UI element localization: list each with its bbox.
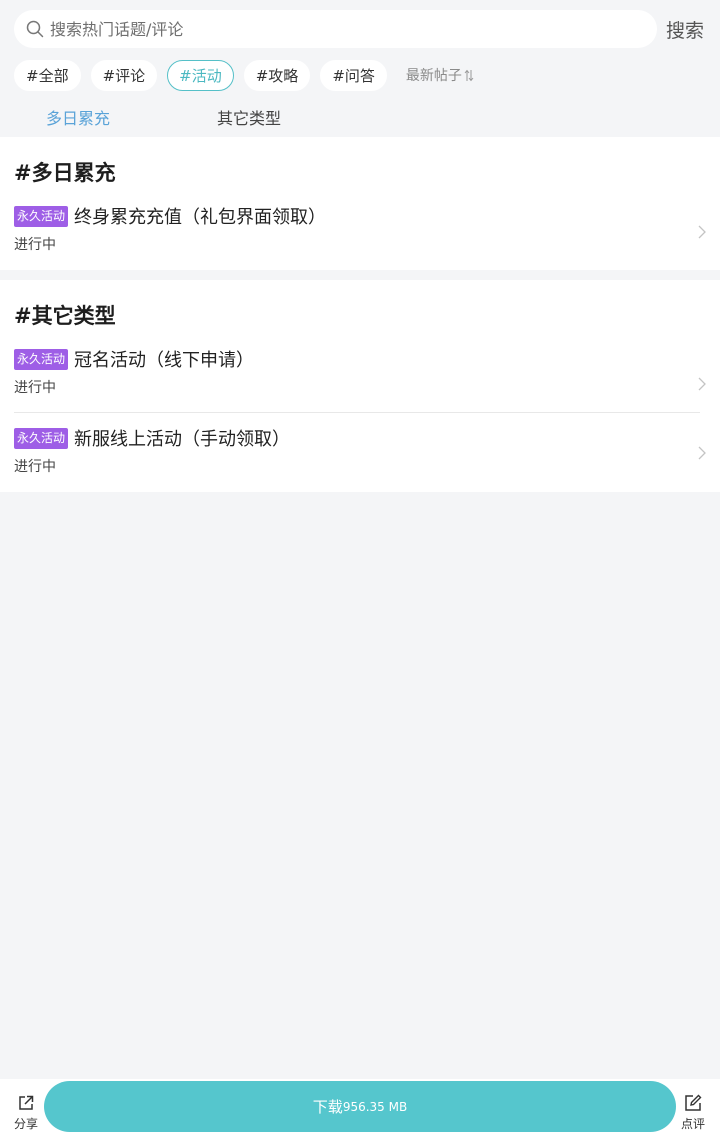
item-status: 进行中	[14, 237, 56, 253]
subtab-bar: 多日累充 其它类型	[0, 100, 720, 134]
edit-icon	[685, 1094, 702, 1111]
download-size: 956.35 MB	[342, 1099, 408, 1114]
download-button[interactable]: 下载 956.35 MB	[44, 1081, 676, 1132]
sort-toggle[interactable]: 最新帖子	[406, 65, 474, 85]
search-input[interactable]	[50, 14, 610, 44]
tag-comments[interactable]: #评论	[90, 59, 158, 91]
item-title: 终身累充充值（礼包界面领取）	[74, 207, 327, 228]
download-label: 下载	[312, 1098, 343, 1116]
review-button[interactable]: 点评	[673, 1093, 713, 1132]
tag-events[interactable]: #活动	[167, 59, 234, 91]
item-status: 进行中	[14, 459, 56, 475]
bottom-bar: 分享 下载 956.35 MB 点评	[0, 1079, 720, 1139]
section-title: #其它类型	[14, 304, 116, 328]
chevron-right-icon	[698, 446, 706, 460]
status-badge: 永久活动	[14, 205, 69, 227]
chevron-right-icon	[698, 377, 706, 391]
share-icon	[19, 1095, 34, 1110]
search-button[interactable]: 搜索	[666, 16, 704, 43]
tag-guides[interactable]: #攻略	[243, 59, 311, 91]
list-item[interactable]: 永久活动 冠名活动（线下申请） 进行中	[14, 347, 706, 403]
item-title: 新服线上活动（手动领取）	[74, 429, 291, 450]
chevron-right-icon	[698, 225, 706, 239]
share-button[interactable]: 分享	[6, 1093, 46, 1132]
tag-qa[interactable]: #问答	[320, 59, 387, 91]
list-item[interactable]: 永久活动 新服线上活动（手动领取） 进行中	[14, 426, 706, 482]
share-label: 分享	[13, 1117, 38, 1131]
search-row: 搜索	[0, 0, 720, 56]
tag-all[interactable]: #全部	[14, 59, 81, 91]
tag-filter-bar: #全部 #评论 #活动 #攻略 #问答 最新帖子	[14, 59, 474, 91]
status-badge: 永久活动	[14, 427, 69, 449]
sort-label: 最新帖子	[405, 68, 462, 84]
section-other-types: #其它类型 永久活动 冠名活动（线下申请） 进行中 永久活动 新服线上活动（手动…	[0, 280, 720, 492]
item-title: 冠名活动（线下申请）	[74, 350, 255, 371]
subtab-other-types[interactable]: 其它类型	[217, 105, 281, 129]
section-title: #多日累充	[14, 161, 116, 185]
status-badge: 永久活动	[14, 348, 69, 370]
divider	[14, 412, 700, 413]
section-multi-day-recharge: #多日累充 永久活动 终身累充充值（礼包界面领取） 进行中	[0, 137, 720, 270]
search-box[interactable]	[14, 10, 657, 48]
search-icon	[26, 20, 44, 38]
review-label: 点评	[680, 1117, 705, 1131]
item-status: 进行中	[14, 380, 56, 396]
sort-arrows-icon	[464, 69, 474, 81]
page: 搜索 #全部 #评论 #活动 #攻略 #问答 最新帖子 多日累充 其它类型 #多…	[0, 0, 720, 1139]
subtab-multi-day-recharge[interactable]: 多日累充	[46, 105, 110, 129]
list-item[interactable]: 永久活动 终身累充充值（礼包界面领取） 进行中	[14, 204, 706, 260]
